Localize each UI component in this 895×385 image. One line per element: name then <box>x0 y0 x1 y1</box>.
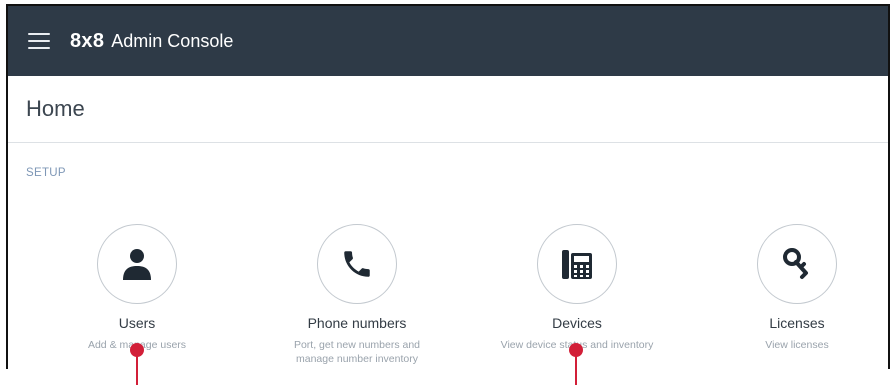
key-icon <box>783 248 808 279</box>
page-title: Home <box>26 96 85 121</box>
licenses-icon-circle[interactable] <box>757 224 837 304</box>
desk-phone-icon <box>562 250 592 279</box>
card-title: Devices <box>552 315 602 331</box>
card-phone-numbers[interactable]: Phone numbers Port, get new numbers and … <box>237 224 477 366</box>
card-devices[interactable]: Devices View device status and inventory <box>457 224 697 352</box>
app-title: Admin Console <box>111 30 234 51</box>
brand-logo: 8x8 <box>70 29 105 52</box>
admin-console-window: 8x8 Admin Console Home SETUP Users Add &… <box>6 4 890 369</box>
hamburger-menu-icon[interactable] <box>28 33 50 49</box>
card-subtitle: View licenses <box>765 339 829 351</box>
card-licenses[interactable]: Licenses View licenses <box>677 224 888 352</box>
user-icon <box>123 249 151 280</box>
section-label: SETUP <box>26 167 66 179</box>
card-subtitle: Port, get new numbers and manage number … <box>293 339 421 365</box>
phone-icon <box>344 251 370 277</box>
annotation-marker-users <box>130 343 144 385</box>
phone-numbers-icon-circle[interactable] <box>317 224 397 304</box>
card-title: Users <box>118 315 156 331</box>
card-users[interactable]: Users Add & manage users <box>17 224 257 352</box>
page-header: Home <box>8 76 888 143</box>
card-title: Phone numbers <box>307 315 407 331</box>
top-bar: 8x8 Admin Console <box>8 6 888 76</box>
devices-icon-circle[interactable] <box>537 224 617 304</box>
annotation-marker-devices <box>569 343 583 385</box>
brand[interactable]: 8x8 Admin Console <box>70 30 233 53</box>
card-title: Licenses <box>769 315 825 331</box>
users-icon-circle[interactable] <box>97 224 177 304</box>
